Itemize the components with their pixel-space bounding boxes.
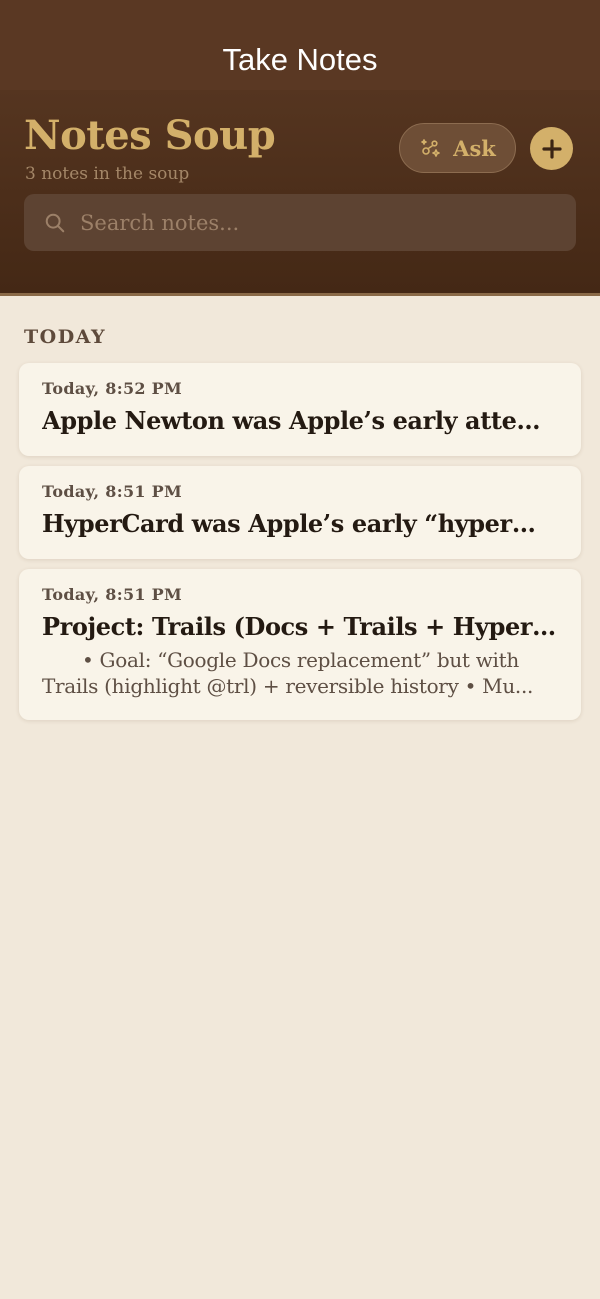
note-preview-line: Trails (highlight @trl) + reversible his… [42, 674, 534, 698]
note-title: Project: Trails (Docs + Trails + HyperCa… [42, 612, 558, 641]
search-input[interactable] [80, 210, 540, 235]
ask-button-label: Ask [453, 135, 496, 161]
window-title: Take Notes [222, 42, 378, 77]
note-timestamp: Today, 8:51 PM [42, 585, 183, 604]
search-bar[interactable] [24, 194, 576, 251]
notes-count: 3 notes in the soup [25, 164, 190, 184]
note-card[interactable]: Today, 8:52 PM Apple Newton was Apple’s … [19, 363, 581, 456]
search-icon [45, 213, 65, 232]
plus-icon [541, 138, 562, 159]
note-timestamp: Today, 8:51 PM [42, 482, 183, 501]
header-divider [0, 293, 600, 296]
note-preview-line: • Goal: “Google Docs replacement” but wi… [82, 648, 519, 672]
note-preview: • Goal: “Google Docs replacement” but wi… [42, 647, 558, 699]
section-header-today: TODAY [24, 326, 107, 348]
window-title-bar: Take Notes [0, 0, 600, 90]
add-note-button[interactable] [530, 127, 573, 170]
sparkles-icon [421, 139, 440, 157]
note-timestamp: Today, 8:52 PM [42, 379, 183, 398]
ask-button[interactable]: Ask [399, 123, 516, 173]
note-card[interactable]: Today, 8:51 PM HyperCard was Apple’s ear… [19, 466, 581, 559]
page-title: Notes Soup [24, 112, 276, 159]
note-card[interactable]: Today, 8:51 PM Project: Trails (Docs + T… [19, 569, 581, 720]
note-title: Apple Newton was Apple’s early attempt..… [42, 406, 558, 435]
note-title: HyperCard was Apple’s early “hyperme... [42, 509, 558, 538]
